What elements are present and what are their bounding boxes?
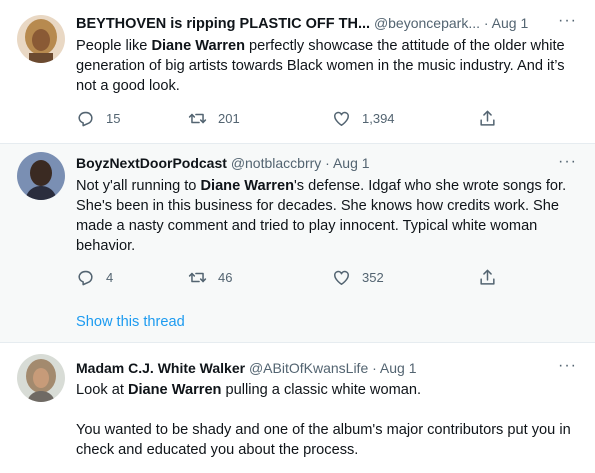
retweet-button[interactable]: 201 <box>188 108 240 128</box>
display-name[interactable]: Madam C.J. White Walker <box>76 360 245 376</box>
retweet-count: 201 <box>218 110 240 126</box>
highlighted-term: Diane Warren <box>151 38 245 54</box>
share-button[interactable] <box>478 108 497 128</box>
share-button[interactable] <box>478 267 497 287</box>
display-name[interactable]: BEYTHOVEN is ripping PLASTIC OFF TH... <box>76 16 370 32</box>
reply-icon <box>78 111 93 126</box>
reply-icon <box>78 270 93 285</box>
like-count: 1,394 <box>362 110 395 126</box>
tweet[interactable]: BEYTHOVEN is ripping PLASTIC OFF TH... @… <box>0 0 595 143</box>
reply-count: 15 <box>106 110 121 126</box>
avatar[interactable] <box>17 152 65 200</box>
avatar[interactable] <box>17 15 65 63</box>
reply-button[interactable]: 4 <box>76 267 113 287</box>
more-horizontal-icon[interactable]: ··· <box>558 357 577 375</box>
tweet-paragraph: You wanted to be shady and one of the al… <box>76 422 571 458</box>
show-thread-link[interactable]: Show this thread <box>76 314 185 330</box>
tweet-text: Not y'all running to Diane Warren's defe… <box>76 178 567 254</box>
tweet-date[interactable]: · Aug 1 <box>325 155 369 171</box>
retweet-count: 46 <box>218 269 233 285</box>
tweet[interactable]: BoyzNextDoorPodcast @notblaccbrry · Aug … <box>0 143 595 343</box>
reply-button[interactable]: 15 <box>76 108 120 128</box>
retweet-icon <box>188 272 207 282</box>
highlighted-term: Diane Warren <box>200 178 295 194</box>
tweet-header: Madam C.J. White Walker @ABitOfKwansLife… <box>76 359 417 377</box>
display-name[interactable]: BoyzNextDoorPodcast <box>76 155 227 171</box>
tweet-header: BEYTHOVEN is ripping PLASTIC OFF TH... @… <box>76 14 528 33</box>
tweet-date[interactable]: · Aug 1 <box>372 360 416 376</box>
share-icon <box>480 269 495 285</box>
like-button[interactable]: 1,394 <box>332 108 395 128</box>
more-horizontal-icon[interactable]: ··· <box>558 153 577 171</box>
tweet-text: Look at Diane Warren pulling a classic w… <box>76 380 581 460</box>
tweet-date[interactable]: · Aug 1 <box>484 15 528 31</box>
handle[interactable]: @ABitOfKwansLife <box>249 360 368 376</box>
more-horizontal-icon[interactable]: ··· <box>558 12 577 30</box>
tweet-actions: 15 201 1,394 <box>76 108 506 128</box>
retweet-icon <box>188 113 207 123</box>
tweet-header: BoyzNextDoorPodcast @notblaccbrry · Aug … <box>76 154 370 172</box>
handle[interactable]: @notblaccbrry <box>231 155 321 171</box>
highlighted-term: Diane Warren <box>127 382 222 398</box>
handle[interactable]: @beyoncepark... <box>374 15 480 31</box>
tweet-actions: 4 46 352 <box>76 267 506 287</box>
reply-count: 4 <box>106 269 114 285</box>
retweet-button[interactable]: 46 <box>188 267 232 287</box>
heart-icon <box>334 111 349 126</box>
avatar[interactable] <box>17 354 65 402</box>
tweet-text: People like Diane Warren perfectly showc… <box>76 38 565 94</box>
heart-icon <box>334 270 349 285</box>
share-icon <box>480 110 495 126</box>
like-count: 352 <box>362 269 384 285</box>
tweet[interactable]: Madam C.J. White Walker @ABitOfKwansLife… <box>0 342 595 473</box>
like-button[interactable]: 352 <box>332 267 384 287</box>
